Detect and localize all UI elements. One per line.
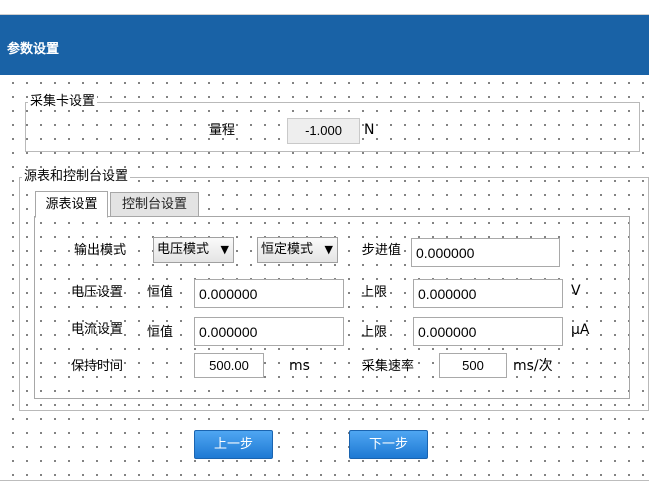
window-bottom-edge: [0, 480, 649, 481]
range-unit: N: [364, 122, 375, 138]
range-field: -1.000: [287, 118, 360, 144]
tab-panel: [34, 216, 630, 399]
source-console-group-label: 源表和控制台设置: [22, 169, 131, 184]
prev-step-button[interactable]: 上一步: [194, 430, 273, 459]
range-label: 量程: [209, 123, 236, 138]
window-top-edge: [0, 0, 649, 15]
acquisition-group-label: 采集卡设置: [28, 94, 98, 109]
tab-console-settings[interactable]: 控制台设置: [110, 192, 199, 217]
page-title: 参数设置: [7, 42, 60, 57]
next-step-button[interactable]: 下一步: [349, 430, 428, 459]
tab-source-settings[interactable]: 源表设置: [35, 191, 108, 218]
title-bar: 参数设置: [0, 15, 649, 75]
